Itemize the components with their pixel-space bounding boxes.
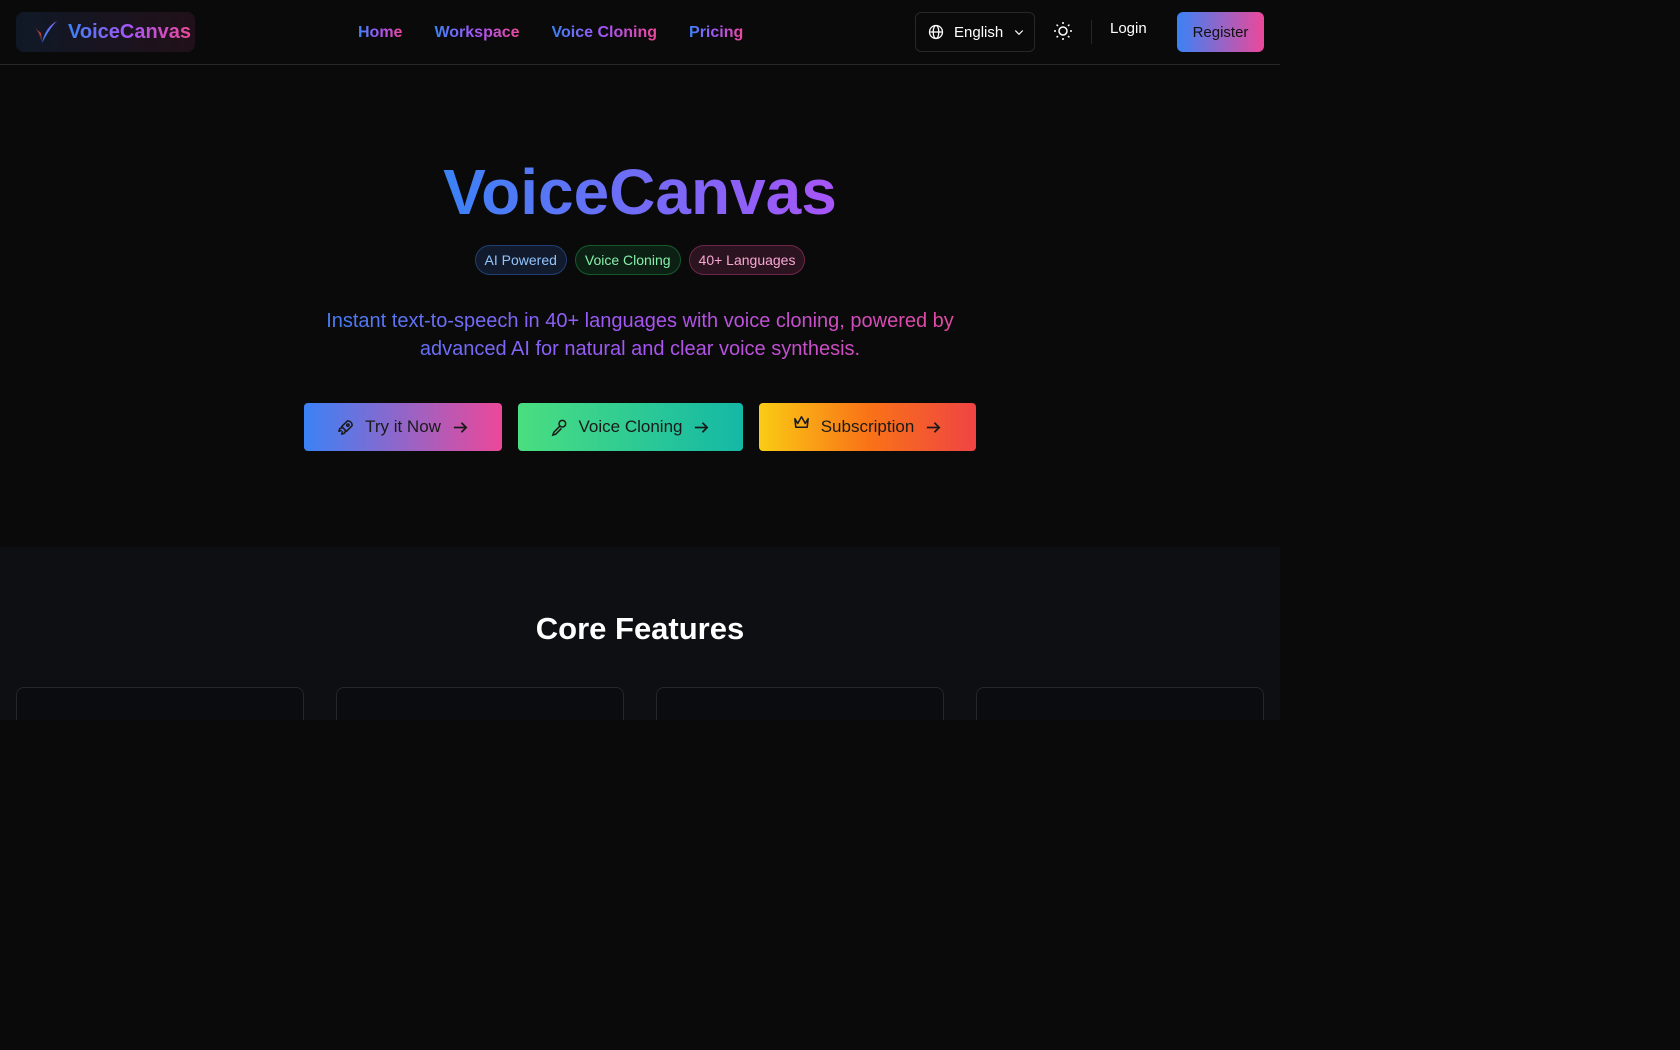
subscription-button[interactable]: Subscription <box>759 403 976 451</box>
try-it-now-label: Try it Now <box>365 417 441 436</box>
page: VoiceCanvas Home Workspace Voice Cloning… <box>0 0 1680 1050</box>
hero-subtitle: Instant text-to-speech in 40+ languages … <box>290 307 990 363</box>
feature-card <box>336 687 624 720</box>
nav-workspace[interactable]: Workspace <box>434 24 519 42</box>
header-divider <box>1091 20 1092 44</box>
badge-languages: 40+ Languages <box>688 245 806 275</box>
nav-voice-cloning[interactable]: Voice Cloning <box>552 24 657 42</box>
arrow-right-icon <box>695 421 709 433</box>
language-value: English <box>954 23 1004 41</box>
language-select[interactable]: English <box>915 12 1035 52</box>
badge-voice-cloning: Voice Cloning <box>574 245 681 275</box>
voice-cloning-label: Voice Cloning <box>578 417 683 436</box>
arrow-right-icon <box>927 421 941 433</box>
microphone-pen-icon <box>551 419 566 436</box>
brand-logo[interactable]: VoiceCanvas <box>16 12 195 52</box>
brand-name: VoiceCanvas <box>68 20 192 43</box>
hero-title: VoiceCanvas <box>443 156 837 228</box>
globe-icon <box>928 24 944 40</box>
badge-ai-powered: AI Powered <box>474 245 567 275</box>
arrow-right-icon <box>453 421 468 433</box>
core-features-section: Core Features <box>0 547 1280 720</box>
subscription-label: Subscription <box>820 417 915 436</box>
features-title: Core Features <box>535 611 745 646</box>
site-header: VoiceCanvas Home Workspace Voice Cloning… <box>0 0 1280 65</box>
try-it-now-button[interactable]: Try it Now <box>304 403 502 451</box>
browser-viewport: VoiceCanvas Home Workspace Voice Cloning… <box>0 0 1280 720</box>
chevron-down-icon <box>1015 30 1024 36</box>
main-nav: Home Workspace Voice Cloning Pricing <box>358 0 743 65</box>
hero-badges: AI Powered Voice Cloning 40+ Languages <box>0 245 1280 275</box>
feature-card <box>656 687 944 720</box>
login-link[interactable]: Login <box>1110 20 1147 37</box>
nav-home[interactable]: Home <box>358 24 402 42</box>
nav-pricing[interactable]: Pricing <box>689 24 743 42</box>
rocket-icon <box>338 419 353 435</box>
voice-cloning-button[interactable]: Voice Cloning <box>518 403 743 451</box>
feature-card <box>976 687 1264 720</box>
register-button[interactable]: Register <box>1177 12 1264 52</box>
sun-icon[interactable] <box>1052 20 1074 42</box>
crown-icon <box>793 415 809 428</box>
bird-logo-icon <box>32 21 57 43</box>
feature-card <box>16 687 304 720</box>
